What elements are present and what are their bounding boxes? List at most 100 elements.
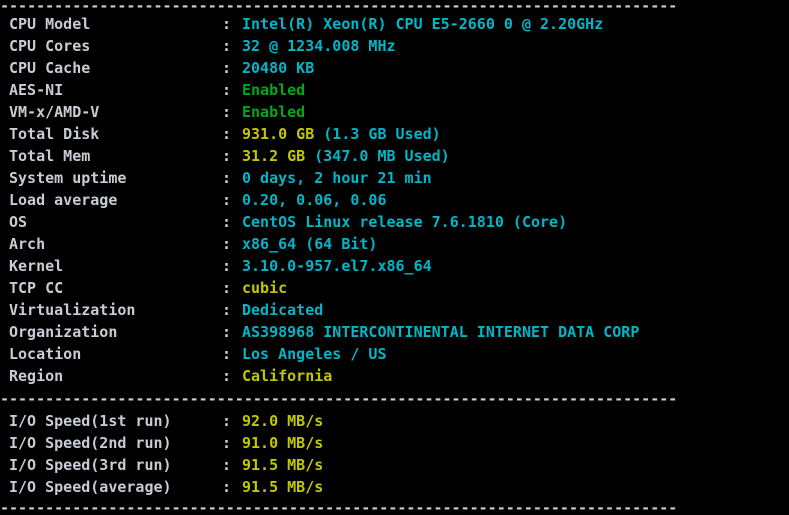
system-info-value: cubic — [242, 277, 789, 299]
row-colon: : — [222, 123, 242, 145]
system-info-value: Enabled — [242, 101, 789, 123]
row-colon: : — [222, 13, 242, 35]
system-info-row-aes-ni: AES-NI:Enabled — [0, 79, 789, 101]
row-colon: : — [222, 101, 242, 123]
row-colon: : — [222, 476, 242, 498]
row-colon: : — [222, 432, 242, 454]
system-info-value-main: 0 days, 2 hour 21 min — [242, 169, 432, 187]
io-speed-row-i-o-speed-1st-run: I/O Speed(1st run):92.0 MB/s — [0, 410, 789, 432]
system-info-value-main: Intel(R) Xeon(R) CPU E5-2660 0 @ 2.20GHz — [242, 15, 603, 33]
system-info-row-total-mem: Total Mem:31.2 GB (347.0 MB Used) — [0, 145, 789, 167]
system-info-label: Kernel — [9, 255, 222, 277]
system-info-label: System uptime — [9, 167, 222, 189]
terminal-window: ----------------------------------------… — [0, 0, 789, 513]
system-info-value-main: 931.0 GB — [242, 125, 314, 143]
system-info-value: Intel(R) Xeon(R) CPU E5-2660 0 @ 2.20GHz — [242, 13, 789, 35]
system-info-label: TCP CC — [9, 277, 222, 299]
system-info-row-total-disk: Total Disk:931.0 GB (1.3 GB Used) — [0, 123, 789, 145]
row-colon: : — [222, 211, 242, 233]
io-speed-value: 91.0 MB/s — [242, 432, 789, 454]
system-info-row-arch: Arch:x86_64 (64 Bit) — [0, 233, 789, 255]
system-info-row-load-average: Load average:0.20, 0.06, 0.06 — [0, 189, 789, 211]
system-info-label: Total Disk — [9, 123, 222, 145]
system-info-label: Organization — [9, 321, 222, 343]
system-info-value: 0.20, 0.06, 0.06 — [242, 189, 789, 211]
system-info-value: Enabled — [242, 79, 789, 101]
system-info-row-region: Region:California — [0, 365, 789, 387]
system-info-label: Total Mem — [9, 145, 222, 167]
system-info-label: AES-NI — [9, 79, 222, 101]
system-info-label: Load average — [9, 189, 222, 211]
system-info-value: 31.2 GB (347.0 MB Used) — [242, 145, 789, 167]
row-colon: : — [222, 410, 242, 432]
system-info-value: 32 @ 1234.008 MHz — [242, 35, 789, 57]
system-info-value: 931.0 GB (1.3 GB Used) — [242, 123, 789, 145]
io-speed-row-i-o-speed-average: I/O Speed(average):91.5 MB/s — [0, 476, 789, 498]
system-info-value: CentOS Linux release 7.6.1810 (Core) — [242, 211, 789, 233]
system-info-label: CPU Cache — [9, 57, 222, 79]
system-info-value-main: Enabled — [242, 81, 305, 99]
row-colon: : — [222, 365, 242, 387]
system-info-row-organization: Organization:AS398968 INTERCONTINENTAL I… — [0, 321, 789, 343]
row-colon: : — [222, 255, 242, 277]
system-info-value-main: California — [242, 367, 332, 385]
io-speed-value-main: 91.0 MB/s — [242, 434, 323, 452]
system-info-value: 0 days, 2 hour 21 min — [242, 167, 789, 189]
system-info-value-main: 3.10.0-957.el7.x86_64 — [242, 257, 432, 275]
system-info-value: AS398968 INTERCONTINENTAL INTERNET DATA … — [242, 321, 789, 343]
system-info-value-suffix: (1.3 GB Used) — [314, 125, 440, 143]
system-info-label: CPU Model — [9, 13, 222, 35]
system-info-row-cpu-cache: CPU Cache:20480 KB — [0, 57, 789, 79]
system-info-value-main: 32 @ 1234.008 MHz — [242, 37, 396, 55]
row-colon: : — [222, 35, 242, 57]
system-info-row-virtualization: Virtualization:Dedicated — [0, 299, 789, 321]
system-info-label: VM-x/AMD-V — [9, 101, 222, 123]
io-speed-value: 91.5 MB/s — [242, 454, 789, 476]
system-info-value: Dedicated — [242, 299, 789, 321]
system-info-row-cpu-cores: CPU Cores:32 @ 1234.008 MHz — [0, 35, 789, 57]
system-info-value: x86_64 (64 Bit) — [242, 233, 789, 255]
system-info-value: 3.10.0-957.el7.x86_64 — [242, 255, 789, 277]
system-info-label: Virtualization — [9, 299, 222, 321]
system-info-value-main: Los Angeles / US — [242, 345, 387, 363]
system-info-value: Los Angeles / US — [242, 343, 789, 365]
system-info-value-suffix: (347.0 MB Used) — [305, 147, 450, 165]
system-info-value-main: Dedicated — [242, 301, 323, 319]
system-info-value-main: 31.2 GB — [242, 147, 305, 165]
io-speed-label: I/O Speed(3rd run) — [9, 454, 222, 476]
system-info-row-vm-x-amd-v: VM-x/AMD-V:Enabled — [0, 101, 789, 123]
system-info-section: CPU Model:Intel(R) Xeon(R) CPU E5-2660 0… — [0, 13, 789, 387]
io-speed-value: 92.0 MB/s — [242, 410, 789, 432]
system-info-row-kernel: Kernel:3.10.0-957.el7.x86_64 — [0, 255, 789, 277]
system-info-row-tcp-cc: TCP CC:cubic — [0, 277, 789, 299]
system-info-value-main: AS398968 INTERCONTINENTAL INTERNET DATA … — [242, 323, 639, 341]
system-info-row-cpu-model: CPU Model:Intel(R) Xeon(R) CPU E5-2660 0… — [0, 13, 789, 35]
system-info-row-system-uptime: System uptime:0 days, 2 hour 21 min — [0, 167, 789, 189]
row-colon: : — [222, 277, 242, 299]
system-info-value-main: 0.20, 0.06, 0.06 — [242, 191, 387, 209]
row-colon: : — [222, 233, 242, 255]
io-speed-value: 91.5 MB/s — [242, 476, 789, 498]
separator-middle: ----------------------------------------… — [0, 393, 789, 406]
separator-top: ----------------------------------------… — [0, 0, 789, 13]
system-info-row-os: OS:CentOS Linux release 7.6.1810 (Core) — [0, 211, 789, 233]
row-colon: : — [222, 454, 242, 476]
io-speed-section: I/O Speed(1st run):92.0 MB/sI/O Speed(2n… — [0, 410, 789, 498]
io-speed-value-main: 92.0 MB/s — [242, 412, 323, 430]
row-colon: : — [222, 299, 242, 321]
system-info-value-main: cubic — [242, 279, 287, 297]
io-speed-row-i-o-speed-2nd-run: I/O Speed(2nd run):91.0 MB/s — [0, 432, 789, 454]
io-speed-label: I/O Speed(average) — [9, 476, 222, 498]
system-info-value: 20480 KB — [242, 57, 789, 79]
system-info-label: Arch — [9, 233, 222, 255]
row-colon: : — [222, 321, 242, 343]
system-info-label: Location — [9, 343, 222, 365]
system-info-value-main: Enabled — [242, 103, 305, 121]
io-speed-value-main: 91.5 MB/s — [242, 456, 323, 474]
io-speed-value-main: 91.5 MB/s — [242, 478, 323, 496]
row-colon: : — [222, 145, 242, 167]
system-info-value-main: x86_64 (64 Bit) — [242, 235, 377, 253]
io-speed-label: I/O Speed(2nd run) — [9, 432, 222, 454]
system-info-value-main: 20480 KB — [242, 59, 314, 77]
row-colon: : — [222, 57, 242, 79]
